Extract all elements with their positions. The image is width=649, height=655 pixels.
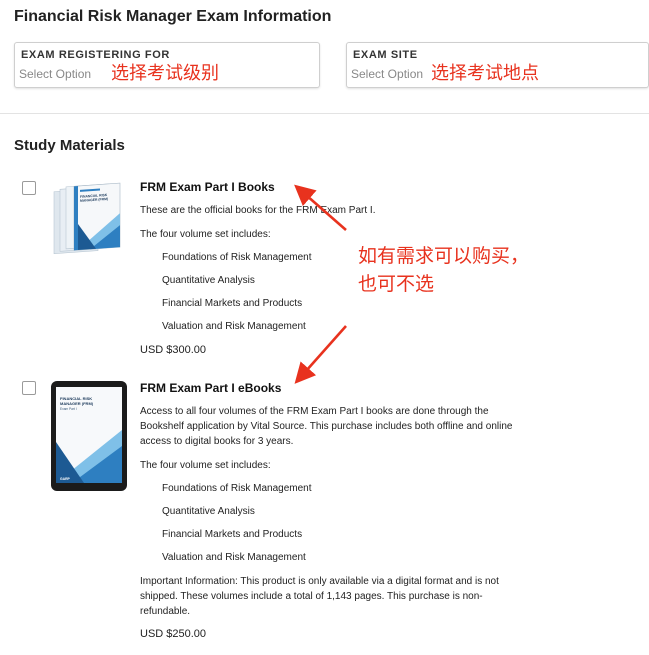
ebooks-volume-item: Quantitative Analysis: [162, 506, 255, 517]
annotation-arrows: [294, 184, 347, 384]
page-title: Financial Risk Manager Exam Information: [14, 8, 332, 25]
ebooks-title[interactable]: FRM Exam Part I eBooks: [140, 381, 281, 395]
books-price: USD $300.00: [140, 344, 207, 356]
exam-level-annotation: 选择考试级别: [111, 63, 219, 84]
ebooks-cover-line-3: Exam Part I: [60, 407, 77, 411]
ebooks-volume-item: Foundations of Risk Management: [162, 483, 312, 494]
purchase-annotation-line-1: 如有需求可以购买，: [358, 245, 530, 267]
arrow-to-ebooks-icon: [294, 325, 347, 384]
ebooks-cover-line-2: MANAGER (FRM): [60, 401, 94, 406]
ebooks-description-line: access to digital books for 3 years.: [140, 436, 294, 447]
exam-site-value: Select Option: [351, 67, 424, 81]
ebooks-price: USD $250.00: [140, 628, 207, 640]
books-volume-item: Quantitative Analysis: [162, 275, 255, 286]
ebooks-important-line: shipped. These volumes include a total o…: [140, 591, 483, 602]
ebooks-cover-footer: GARP: [60, 477, 71, 481]
exam-site-annotation: 选择考试地点: [431, 63, 539, 84]
exam-site-label: EXAM SITE: [353, 49, 418, 61]
exam-registering-value: Select Option: [19, 67, 92, 81]
ebooks-set-intro: The four volume set includes:: [140, 460, 271, 471]
ebooks-description-line: Access to all four volumes of the FRM Ex…: [140, 406, 489, 417]
study-materials-title: Study Materials: [14, 137, 125, 154]
books-title[interactable]: FRM Exam Part I Books: [140, 180, 275, 194]
arrow-to-books-icon: [294, 184, 347, 231]
section-divider: [0, 113, 649, 114]
books-set-intro: The four volume set includes:: [140, 229, 271, 240]
ebooks-checkbox[interactable]: [22, 381, 36, 395]
exam-site-select[interactable]: EXAM SITE Select Option 选择考试地点: [346, 42, 649, 88]
ebooks-volume-item: Financial Markets and Products: [162, 529, 303, 540]
exam-registering-select[interactable]: EXAM REGISTERING FOR Select Option 选择考试级…: [14, 42, 320, 88]
ebooks-volume-item: Valuation and Risk Management: [162, 552, 306, 563]
books-checkbox[interactable]: [22, 181, 36, 195]
ebooks-tablet-image: FINANCIAL RISK MANAGER (FRM) Exam Part I…: [51, 381, 127, 491]
ebooks-description-line: Bookshelf application by Vital Source. T…: [140, 421, 513, 432]
ebooks-important-line: refundable.: [140, 606, 191, 617]
books-cover-image: FINANCIAL RISK MANAGER (FRM): [53, 182, 121, 255]
ebooks-important-line: Important Information: This product is o…: [140, 576, 499, 587]
